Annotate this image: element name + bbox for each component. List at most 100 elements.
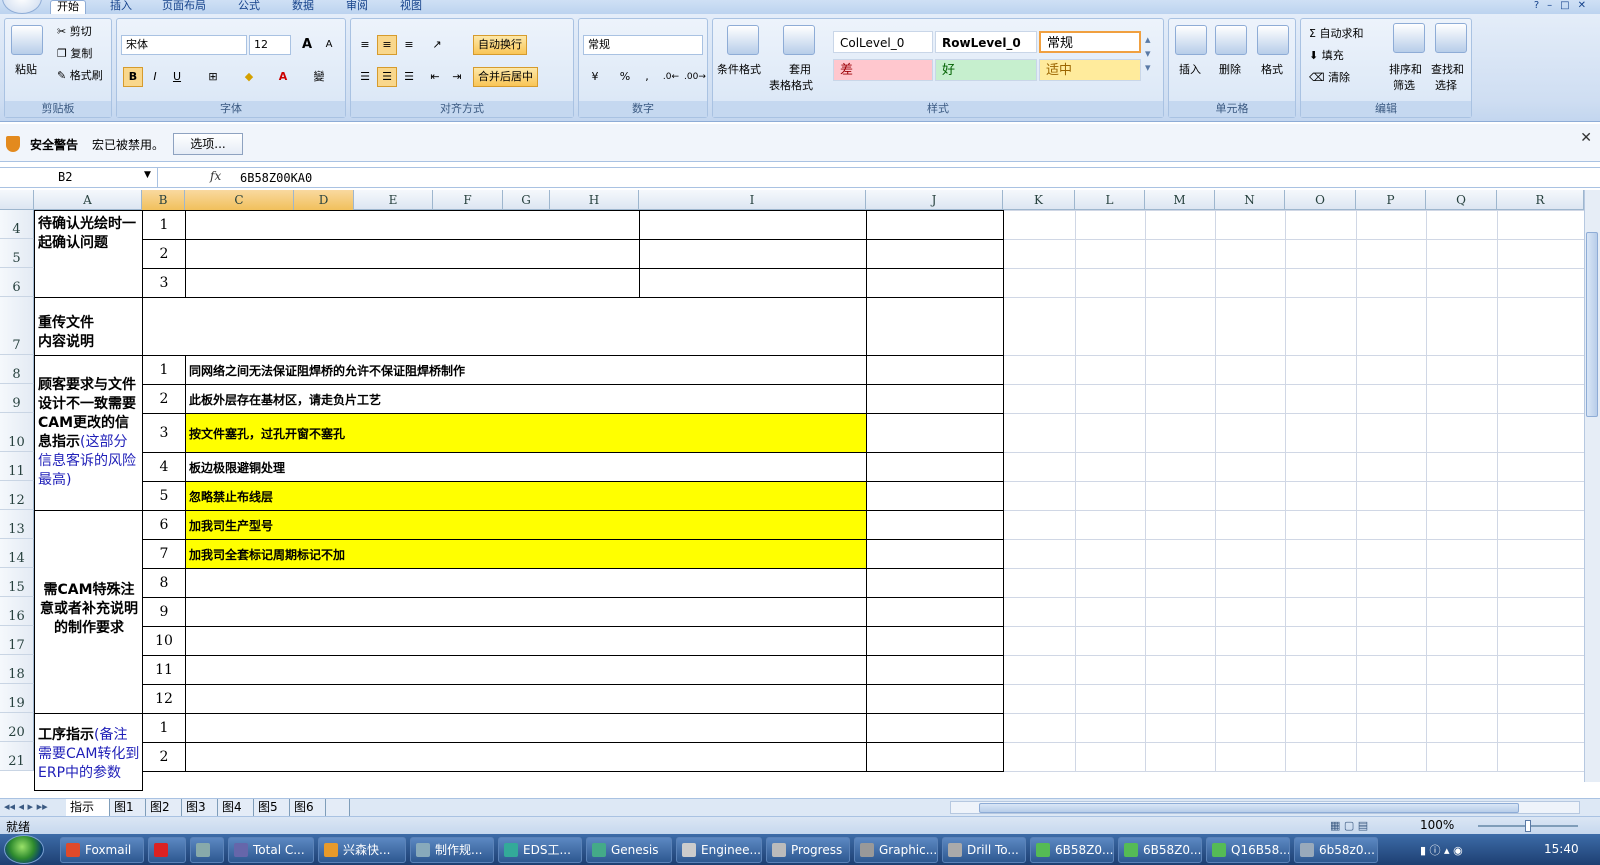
style-good[interactable]: 好 [935,59,1037,81]
tab-data[interactable]: 数据 [286,0,320,14]
customer-item-number[interactable]: 1 [142,355,186,385]
label-confirm-issues[interactable]: 待确认光绘时一起确认问题 [34,210,143,298]
confirm-item-text[interactable] [185,239,640,269]
conditional-format-button[interactable]: 条件格式 [717,63,761,77]
decrease-decimal-button[interactable]: .00→ [683,67,706,87]
find-select-button-1[interactable]: 查找和 [1431,63,1464,77]
special-item-text[interactable] [185,626,867,656]
special-item-number[interactable]: 12 [142,684,186,714]
column-header-a[interactable]: A [34,190,142,210]
confirm-item-text[interactable] [185,210,640,240]
row-header-10[interactable]: 10 [0,413,34,452]
customer-item-number[interactable]: 5 [142,481,186,511]
office-button[interactable] [2,0,42,14]
align-bottom-button[interactable]: ≡ [399,35,419,55]
special-item-note[interactable] [866,626,1004,656]
column-header-b[interactable]: B [142,190,185,210]
confirm-item-extra[interactable] [639,210,867,240]
column-header-k[interactable]: K [1003,190,1075,210]
style-collevel[interactable]: ColLevel_0 [833,31,933,53]
zoom-slider-knob[interactable] [1525,820,1531,832]
taskbar-item-6[interactable]: 制作规... [410,837,494,863]
special-item-text[interactable]: 加我司全套标记周期标记不加 [185,539,867,569]
paste-icon[interactable] [11,25,43,55]
tab-page-layout[interactable]: 页面布局 [156,0,212,14]
sheet-nav-icon[interactable]: ◂◂ ◂ ▸ ▸▸ [4,800,48,814]
tab-insert[interactable]: 插入 [104,0,138,14]
wrap-text-button[interactable]: 自动换行 [473,35,527,55]
italic-button[interactable]: I [145,67,165,87]
chevron-down-icon[interactable]: ▼ [144,170,151,180]
sort-filter-icon[interactable] [1393,23,1425,53]
horizontal-scroll-thumb[interactable] [979,803,1519,813]
merge-center-button[interactable]: 合并后居中 [473,67,538,87]
special-item-note[interactable] [866,539,1004,569]
security-options-button[interactable]: 选项... [173,133,243,155]
special-item-note[interactable] [866,684,1004,714]
font-size-select[interactable]: 12 [249,35,291,55]
row-header-17[interactable]: 17 [0,626,34,655]
sheet-tab-1[interactable]: 指示 [66,799,110,816]
label-reupload[interactable]: 重传文件 内容说明 [34,297,143,356]
font-name-select[interactable]: 宋体 [121,35,247,55]
customer-item-text[interactable]: 同网络之间无法保证阻焊桥的允许不保证阻焊桥制作 [185,355,867,385]
taskbar-item-2[interactable] [148,837,186,863]
tab-view[interactable]: 视图 [394,0,428,14]
row-header-7[interactable]: 7 [0,297,34,355]
insert-cells-button[interactable]: 插入 [1179,63,1201,77]
font-color-button[interactable]: A [273,67,293,87]
horizontal-scrollbar[interactable] [950,801,1580,814]
special-item-text[interactable] [185,568,867,598]
conditional-format-icon[interactable] [727,25,759,55]
taskbar-item-1[interactable]: Foxmail [60,837,144,863]
binoculars-icon[interactable] [1435,23,1467,53]
confirm-item-note[interactable] [866,239,1004,269]
window-controls[interactable]: ?–□✕ [1534,0,1594,11]
format-cells-button[interactable]: 格式 [1261,63,1283,77]
paste-button[interactable]: 粘贴 [15,63,37,77]
taskbar-item-12[interactable]: Drill To... [942,837,1026,863]
sheet-tab-2[interactable]: 图1 [110,799,146,816]
special-item-note[interactable] [866,655,1004,685]
copy-button[interactable]: ❐ 复制 [57,47,92,61]
taskbar-item-13[interactable]: 6B58Z0... [1030,837,1114,863]
customer-item-number[interactable]: 2 [142,384,186,414]
customer-item-text[interactable]: 忽略禁止布线层 [185,481,867,511]
new-sheet-icon[interactable] [326,799,350,816]
taskbar-item-16[interactable]: 6b58z0... [1294,837,1378,863]
taskbar-item-8[interactable]: Genesis [586,837,672,863]
customer-item-number[interactable]: 3 [142,413,186,453]
column-header-n[interactable]: N [1215,190,1285,210]
currency-button[interactable]: ¥ [585,67,605,87]
phonetic-button[interactable]: 變 [309,67,329,87]
column-header-l[interactable]: L [1075,190,1145,210]
row-header-9[interactable]: 9 [0,384,34,413]
taskbar-item-3[interactable] [190,837,224,863]
confirm-item-number[interactable]: 2 [142,239,186,269]
row-header-20[interactable]: 20 [0,713,34,742]
label-process-instructions[interactable]: 工序指示(备注需要CAM转化到ERP中的参数 [34,713,143,791]
row-header-14[interactable]: 14 [0,539,34,568]
row-header-13[interactable]: 13 [0,510,34,539]
insert-function-button[interactable]: fx [210,169,221,183]
process-item-text[interactable] [185,742,867,772]
customer-item-text[interactable]: 此板外层存在基材区，请走负片工艺 [185,384,867,414]
taskbar-item-9[interactable]: Enginee... [676,837,762,863]
row-header-6[interactable]: 6 [0,268,34,297]
confirm-item-extra[interactable] [639,239,867,269]
customer-item-note[interactable] [866,452,1004,482]
border-button[interactable]: ⊞ [203,67,223,87]
delete-cells-icon[interactable] [1215,25,1247,55]
confirm-item-note[interactable] [866,210,1004,240]
process-item-number[interactable]: 1 [142,713,186,743]
vertical-scroll-thumb[interactable] [1586,232,1598,417]
special-item-number[interactable]: 8 [142,568,186,598]
view-mode-icon[interactable]: ▦ ▢ ▤ [1330,819,1368,833]
reupload-note[interactable] [866,297,1004,356]
comma-button[interactable]: , [637,67,657,87]
select-all-corner[interactable] [0,190,34,210]
customer-item-number[interactable]: 4 [142,452,186,482]
formula-input[interactable]: 6B58Z00KA0 [240,168,312,188]
style-rowlevel[interactable]: RowLevel_0 [935,31,1037,53]
customer-item-note[interactable] [866,481,1004,511]
